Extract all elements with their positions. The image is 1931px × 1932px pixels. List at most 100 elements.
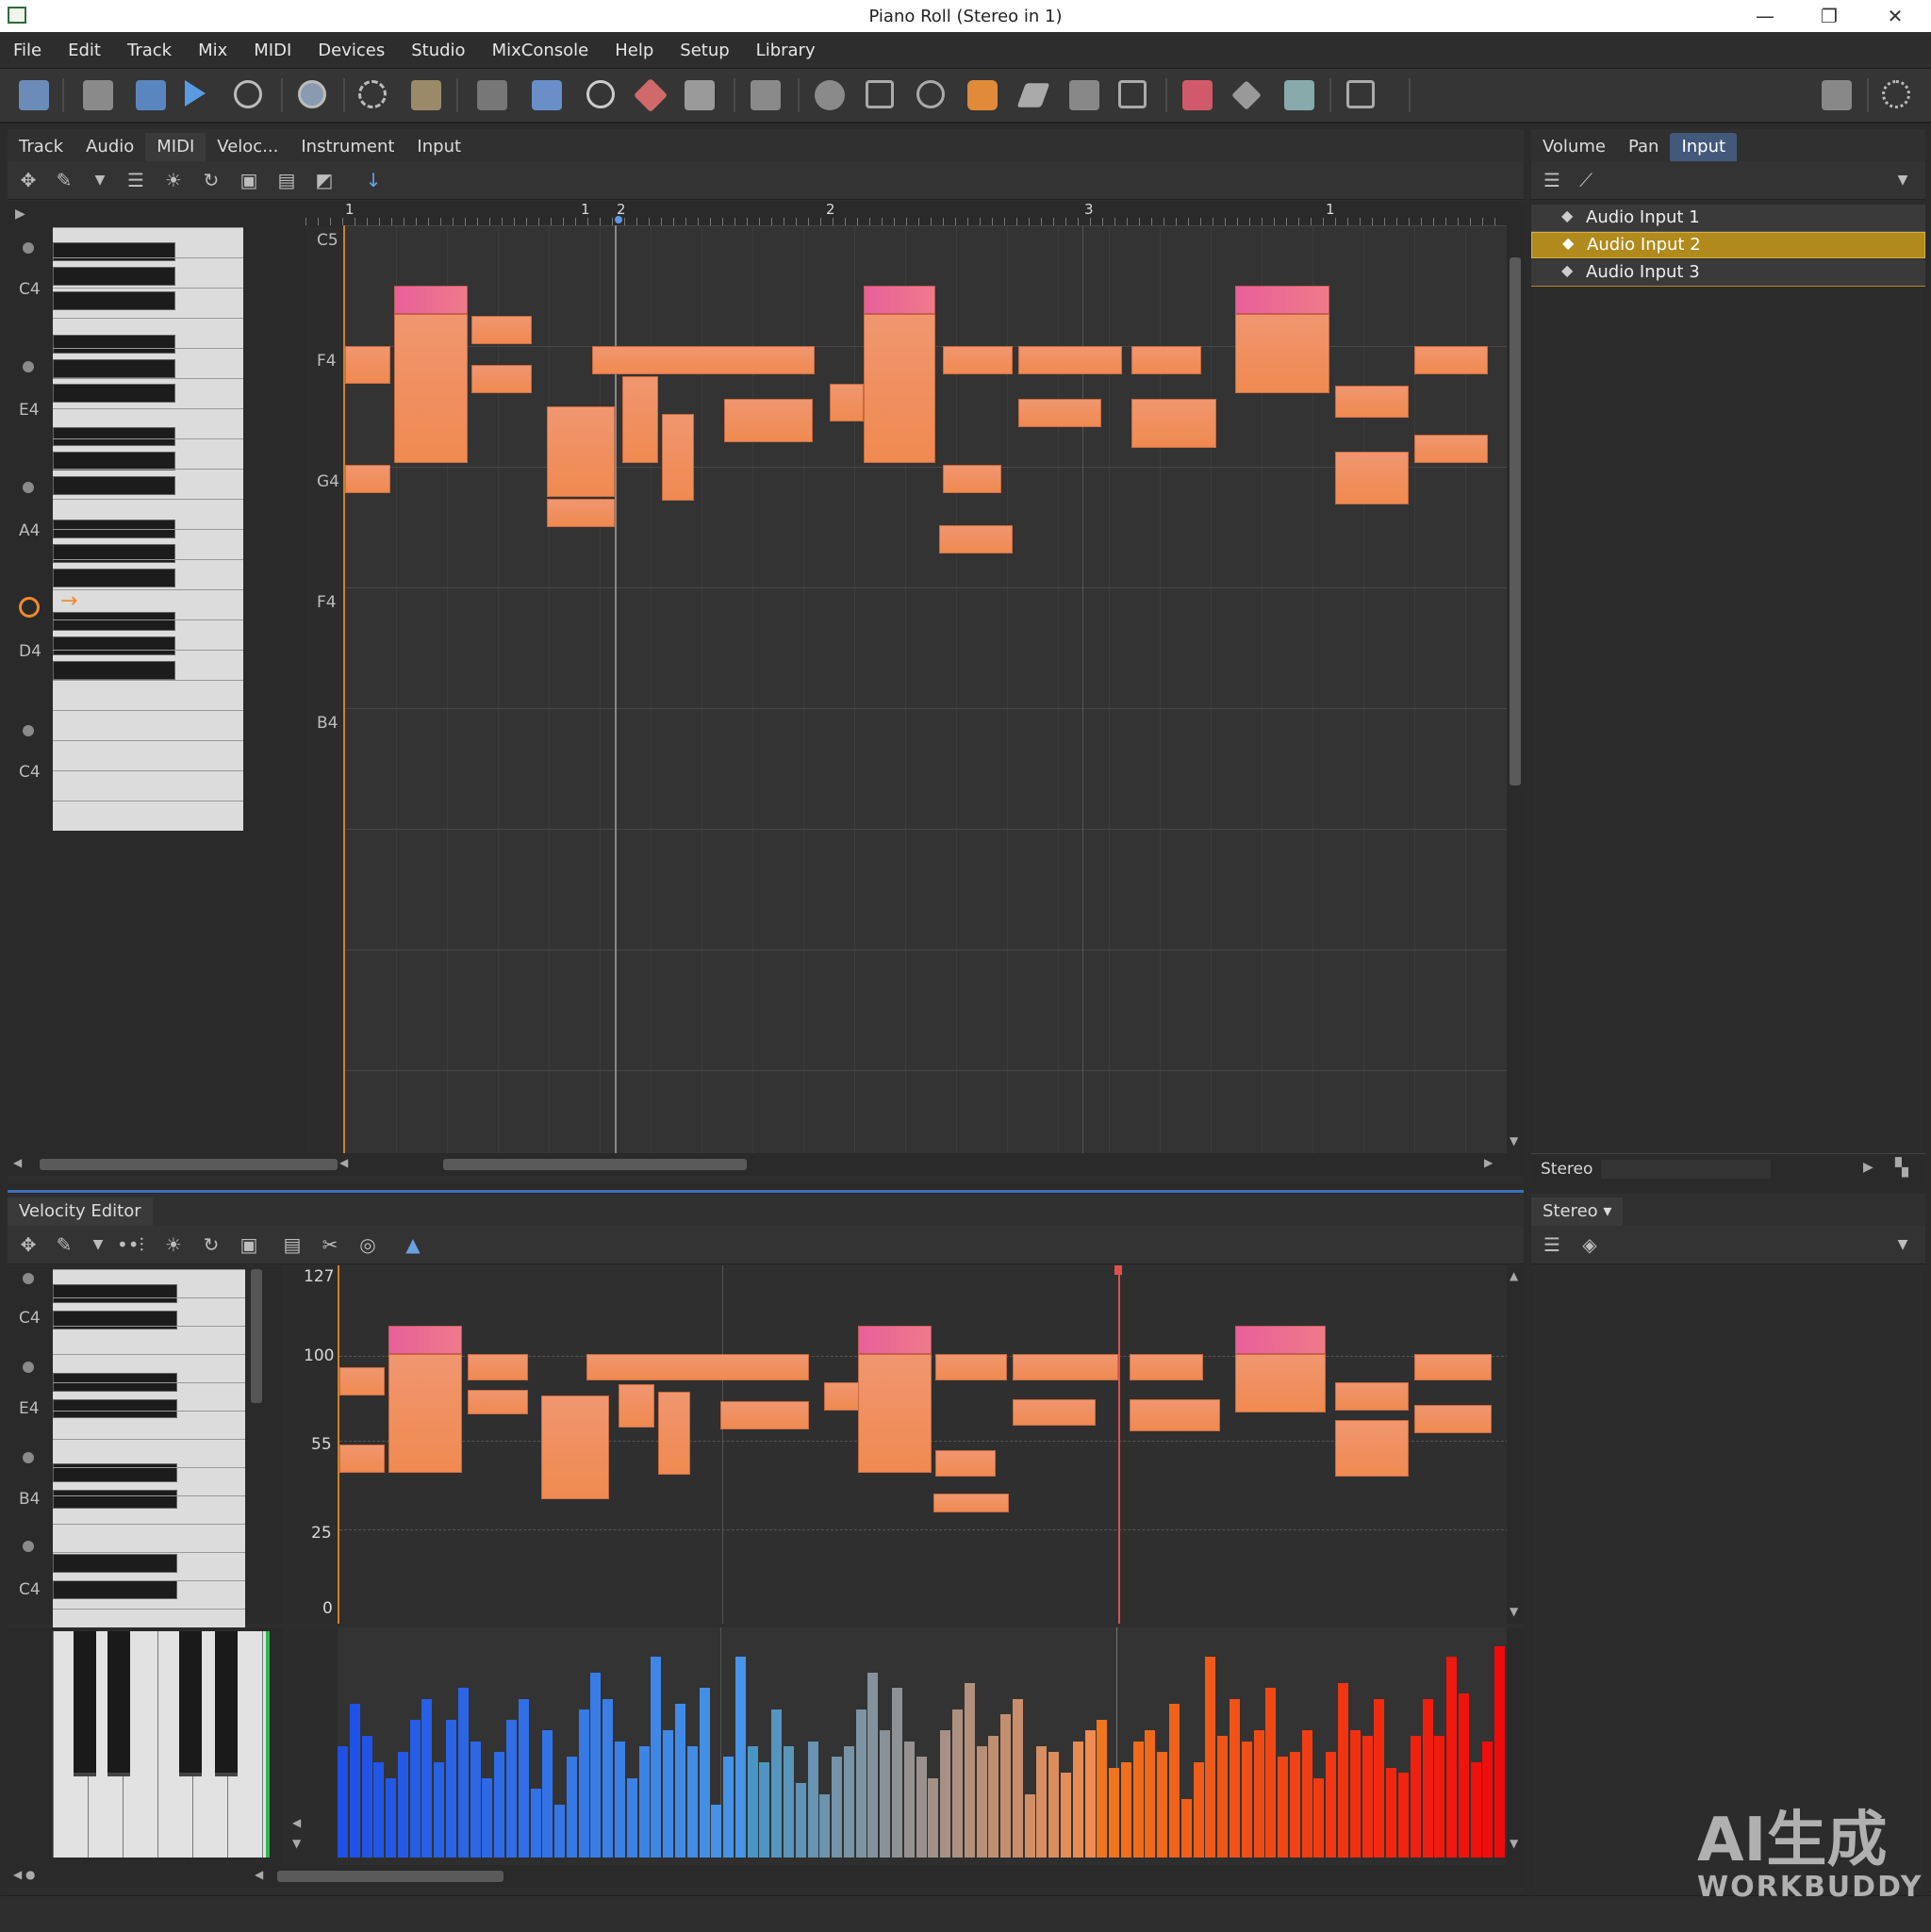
target-icon[interactable]: ◎ — [356, 1233, 379, 1256]
velocity-bar[interactable] — [446, 1720, 456, 1858]
velocity-bar[interactable] — [1157, 1752, 1167, 1858]
velocity-bar[interactable] — [1230, 1699, 1240, 1858]
black-key[interactable] — [53, 359, 175, 378]
velocity-note[interactable] — [1414, 1405, 1492, 1433]
velocity-note[interactable] — [468, 1354, 528, 1380]
midi-note[interactable] — [1335, 452, 1409, 504]
menu-track[interactable]: Track — [127, 41, 172, 60]
velocity-note-lane[interactable] — [338, 1265, 1509, 1624]
midi-note[interactable] — [943, 346, 1013, 374]
velocity-bar[interactable] — [482, 1778, 492, 1858]
grid-icon[interactable] — [1346, 80, 1375, 108]
velocity-bar[interactable] — [494, 1752, 504, 1858]
velocity-note[interactable] — [858, 1326, 932, 1354]
list-item[interactable]: ◆ Audio Input 3 — [1531, 259, 1925, 287]
velocity-note[interactable] — [619, 1384, 654, 1428]
cut-icon[interactable]: ✂ — [319, 1233, 341, 1256]
velocity-bar[interactable] — [675, 1704, 685, 1858]
velocity-bar[interactable] — [1471, 1762, 1481, 1858]
scroll-left-icon[interactable]: ◀ — [13, 1156, 22, 1169]
speaker-icon[interactable] — [815, 80, 845, 110]
velocity-bar[interactable] — [1302, 1730, 1312, 1858]
scroll-left-icon[interactable]: ◀ — [255, 1868, 263, 1881]
velocity-bar[interactable] — [1362, 1736, 1373, 1858]
midi-note[interactable] — [592, 346, 815, 374]
list-icon[interactable]: ☰ — [1541, 1233, 1563, 1256]
velocity-note[interactable] — [1235, 1354, 1326, 1412]
velocity-bar[interactable] — [735, 1657, 746, 1858]
up-arrow-icon[interactable]: ▲ — [402, 1233, 424, 1256]
velocity-bar[interactable] — [928, 1778, 938, 1858]
select-tool-icon[interactable]: ✥ — [17, 1233, 40, 1256]
menu-mix[interactable]: Mix — [198, 41, 227, 60]
velocity-bar[interactable] — [1013, 1699, 1023, 1858]
velocity-bar[interactable] — [1494, 1646, 1505, 1858]
select-arrow-icon[interactable] — [532, 80, 562, 110]
pencil-icon[interactable] — [1016, 83, 1050, 107]
pane-separator[interactable] — [8, 1190, 1524, 1193]
tab-input[interactable]: Input — [405, 133, 472, 161]
velocity-bar[interactable] — [977, 1746, 987, 1858]
velocity-bar[interactable] — [904, 1742, 915, 1858]
velocity-note[interactable] — [720, 1401, 809, 1429]
midi-note[interactable] — [1131, 346, 1201, 374]
list-icon[interactable]: ▤ — [281, 1233, 304, 1256]
black-key[interactable] — [53, 569, 175, 587]
velocity-bar[interactable] — [748, 1746, 758, 1858]
record-indicator-icon[interactable] — [19, 597, 40, 618]
menu-studio[interactable]: Studio — [411, 41, 465, 60]
velocity-bar[interactable] — [700, 1688, 710, 1858]
window-icon[interactable] — [866, 80, 894, 108]
velocity-bar[interactable] — [602, 1699, 613, 1858]
velocity-bar[interactable] — [506, 1720, 517, 1858]
midi-note[interactable] — [547, 499, 615, 527]
scroll-down-icon[interactable]: ▼ — [1510, 1134, 1518, 1148]
velocity-bar[interactable] — [531, 1789, 541, 1858]
midi-note[interactable] — [1018, 346, 1122, 374]
velocity-bar[interactable] — [1350, 1730, 1361, 1858]
black-key[interactable] — [53, 636, 175, 655]
vertical-scrollbar[interactable]: ▼ — [1507, 201, 1524, 1153]
velocity-bar[interactable] — [1459, 1693, 1469, 1858]
velocity-note[interactable] — [1013, 1354, 1118, 1380]
black-key[interactable] — [53, 1311, 177, 1329]
download-icon[interactable]: ↓ — [362, 169, 385, 191]
black-key[interactable] — [53, 335, 175, 354]
shape-icon[interactable]: ◈ — [1578, 1233, 1601, 1256]
ramp-icon[interactable]: ◩ — [313, 169, 336, 191]
tab-stereo[interactable]: Stereo ▾ — [1531, 1197, 1624, 1226]
dropdown-icon[interactable]: ▼ — [87, 1233, 109, 1256]
black-key[interactable] — [53, 452, 175, 471]
velocity-bar[interactable] — [1411, 1736, 1421, 1858]
tab-instrument[interactable]: Instrument — [289, 133, 405, 161]
velocity-bars-chart[interactable] — [338, 1627, 1507, 1858]
record-loop-icon[interactable] — [358, 80, 387, 108]
velocity-bar[interactable] — [639, 1746, 650, 1858]
velocity-bar[interactable] — [771, 1709, 782, 1858]
tab-velocity-editor[interactable]: Velocity Editor — [8, 1197, 153, 1226]
midi-note[interactable] — [864, 286, 935, 314]
black-key[interactable] — [107, 1631, 130, 1776]
list-item[interactable]: ◆ Audio Input 1 — [1531, 205, 1925, 232]
velocity-bar[interactable] — [1109, 1768, 1119, 1858]
black-key[interactable] — [53, 384, 175, 403]
black-key[interactable] — [53, 476, 175, 495]
midi-note[interactable] — [864, 314, 935, 463]
midi-note[interactable] — [1235, 314, 1329, 393]
velocity-note[interactable] — [1130, 1354, 1203, 1380]
midi-note[interactable] — [830, 384, 864, 421]
black-key[interactable] — [53, 427, 175, 446]
stereo-field[interactable] — [1601, 1160, 1771, 1179]
velocity-bar[interactable] — [338, 1746, 348, 1858]
velocity-bar[interactable] — [1423, 1699, 1433, 1858]
select-tool-icon[interactable]: ✥ — [17, 169, 40, 191]
sun-icon[interactable]: ☀ — [162, 169, 185, 191]
menu-setup[interactable]: Setup — [680, 41, 729, 60]
velocity-bar[interactable] — [1374, 1699, 1384, 1858]
midi-note[interactable] — [1335, 386, 1409, 418]
playhead-handle[interactable] — [615, 216, 622, 223]
scroll-left-icon[interactable]: ◀ — [292, 1816, 301, 1829]
sun-icon[interactable]: ☀ — [162, 1233, 185, 1256]
velocity-bar[interactable] — [1242, 1742, 1252, 1858]
loop-tool-icon[interactable]: ↻ — [200, 169, 223, 191]
